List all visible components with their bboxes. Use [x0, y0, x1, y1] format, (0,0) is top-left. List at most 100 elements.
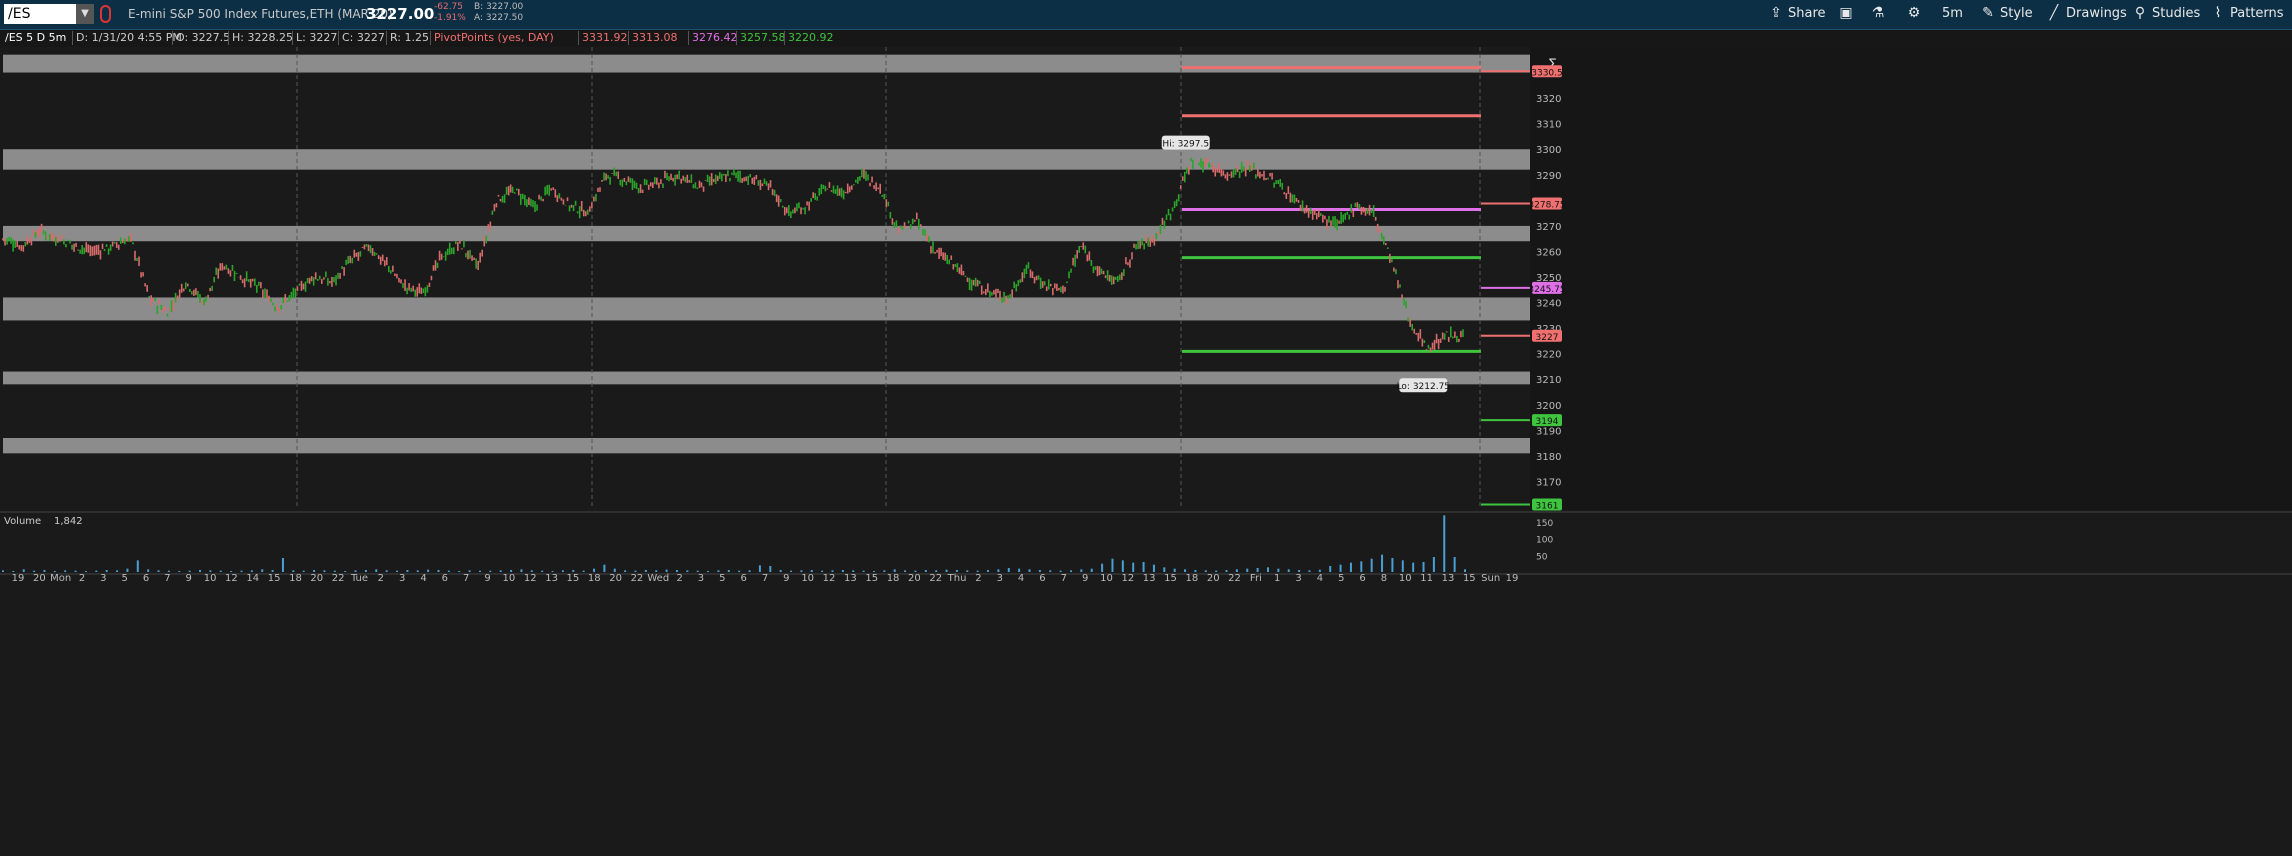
time-tick-label: 2: [79, 573, 85, 584]
bar-low: L: 3227: [292, 31, 337, 45]
gray-zone-4: [3, 371, 1530, 385]
drawings-icon[interactable]: ╱: [2046, 5, 2062, 21]
share-button[interactable]: Share: [1788, 6, 1826, 21]
volume-tick-label: 50: [1536, 552, 1548, 562]
time-tick-label: Fri: [1250, 573, 1262, 584]
bid-price: B: 3227.00: [474, 2, 524, 12]
time-tick-label: 15: [268, 573, 281, 584]
time-tick-label: 18: [1185, 573, 1198, 584]
style-button[interactable]: Style: [2000, 6, 2033, 21]
time-tick-label: Thu: [947, 573, 967, 584]
volume-tick-label: 150: [1536, 519, 1553, 529]
time-tick-label: 13: [844, 573, 857, 584]
time-tick-label: 22: [631, 573, 644, 584]
time-tick-label: 20: [908, 573, 921, 584]
ask-price: A: 3227.50: [474, 13, 524, 23]
price-tick-label: 3210: [1536, 375, 1561, 386]
study-name[interactable]: PivotPoints (yes, DAY): [430, 31, 554, 45]
price-tick-label: 3270: [1536, 222, 1561, 233]
time-tick-label: 5: [1338, 573, 1344, 584]
time-tick-label: 4: [420, 573, 426, 584]
time-tick-label: 2: [676, 573, 682, 584]
time-tick-label: 5: [719, 573, 725, 584]
time-tick-label: 15: [1463, 573, 1476, 584]
pivot-value-s2: 3220.92: [784, 31, 834, 45]
pivot-value-r1: 3313.08: [628, 31, 678, 45]
price-level-label-1: 3278.75: [1528, 201, 1565, 211]
bar-close: C: 3227: [338, 31, 385, 45]
time-tick-label: 18: [588, 573, 601, 584]
time-tick-label: 5: [122, 573, 128, 584]
time-tick-label: 8: [1381, 573, 1387, 584]
time-tick-label: 20: [609, 573, 622, 584]
time-tick-label: 9: [1082, 573, 1088, 584]
toolbar: /ES ▼ E-mini S&P 500 Index Futures,ETH (…: [0, 0, 2292, 30]
flask-icon[interactable]: ⚗: [1870, 5, 1886, 21]
time-tick-label: 7: [463, 573, 469, 584]
time-tick-label: 10: [1399, 573, 1412, 584]
drawings-button[interactable]: Drawings: [2066, 6, 2127, 21]
studies-icon[interactable]: ⚲: [2132, 5, 2148, 21]
period-label: /ES 5 D 5m: [5, 31, 67, 44]
snapshot-icon[interactable]: ▣: [1838, 5, 1854, 21]
last-price: 3227.00: [366, 5, 435, 23]
time-tick-label: 3: [698, 573, 704, 584]
link-icon[interactable]: [100, 5, 111, 23]
price-tick-label: 3170: [1536, 477, 1561, 488]
volume-tick-label: 100: [1536, 536, 1553, 546]
bar-open: O: 3227.5: [172, 31, 230, 45]
symbol-dropdown-icon[interactable]: ▼: [76, 4, 94, 24]
gear-icon[interactable]: ⚙: [1906, 5, 1922, 21]
time-tick-label: 18: [289, 573, 302, 584]
time-tick-label: 6: [442, 573, 448, 584]
time-tick-label: 22: [1228, 573, 1241, 584]
time-tick-label: 14: [246, 573, 259, 584]
time-tick-label: 20: [310, 573, 323, 584]
time-tick-label: 13: [1442, 573, 1455, 584]
time-tick-label: Tue: [350, 573, 368, 584]
time-tick-label: 20: [33, 573, 46, 584]
symbol-input[interactable]: /ES ▼: [4, 4, 94, 24]
price-tick-label: 3310: [1536, 120, 1561, 131]
price-axis[interactable]: 3170318031903200321032203230324032503260…: [1530, 47, 2292, 510]
time-tick-label: 10: [801, 573, 814, 584]
info-bar: /ES 5 D 5m D: 1/31/20 4:55 PM O: 3227.5 …: [0, 30, 2292, 47]
time-tick-label: 7: [164, 573, 170, 584]
timeframe-button[interactable]: 5m: [1942, 6, 1963, 21]
gray-zone-2: [3, 225, 1530, 242]
price-tick-label: 3290: [1536, 171, 1561, 182]
time-tick-label: 19: [1506, 573, 1519, 584]
time-tick-label: 19: [12, 573, 25, 584]
price-tick-label: 3180: [1536, 452, 1561, 463]
studies-button[interactable]: Studies: [2152, 6, 2200, 21]
time-tick-label: 6: [1039, 573, 1045, 584]
time-tick-label: 6: [740, 573, 746, 584]
time-tick-label: 3: [100, 573, 106, 584]
price-axis-bg: [1530, 47, 2292, 510]
time-tick-label: 9: [783, 573, 789, 584]
price-level-label-2: 3245.75: [1528, 285, 1565, 295]
annotation-label-1: Lo: 3212.75: [1397, 382, 1450, 392]
price-tick-label: 3190: [1536, 426, 1561, 437]
time-tick-label: 3: [399, 573, 405, 584]
patterns-button[interactable]: Patterns: [2230, 6, 2284, 21]
time-tick-label: 6: [1359, 573, 1365, 584]
time-tick-label: 22: [332, 573, 345, 584]
time-tick-label: 15: [1164, 573, 1177, 584]
pivot-value-r2: 3331.92: [578, 31, 628, 45]
price-level-label-0: 3330.5: [1531, 68, 1563, 78]
time-tick-label: 2: [378, 573, 384, 584]
bar-high: H: 3228.25: [228, 31, 293, 45]
gray-zone-5: [3, 438, 1530, 454]
price-tick-label: 3200: [1536, 401, 1561, 412]
price-tick-label: 3260: [1536, 247, 1561, 258]
time-tick-label: 10: [204, 573, 217, 584]
style-icon[interactable]: ✎: [1980, 5, 1996, 21]
time-tick-label: 20: [1207, 573, 1220, 584]
patterns-icon[interactable]: ⌇: [2210, 5, 2226, 21]
share-icon[interactable]: ⇪: [1768, 5, 1784, 21]
price-chart[interactable]: Hi: 3297.5Lo: 3212.75 317031803190320032…: [0, 47, 2292, 856]
time-tick-label: 3: [1295, 573, 1301, 584]
time-tick-label: 12: [1121, 573, 1134, 584]
time-tick-label: 15: [567, 573, 580, 584]
